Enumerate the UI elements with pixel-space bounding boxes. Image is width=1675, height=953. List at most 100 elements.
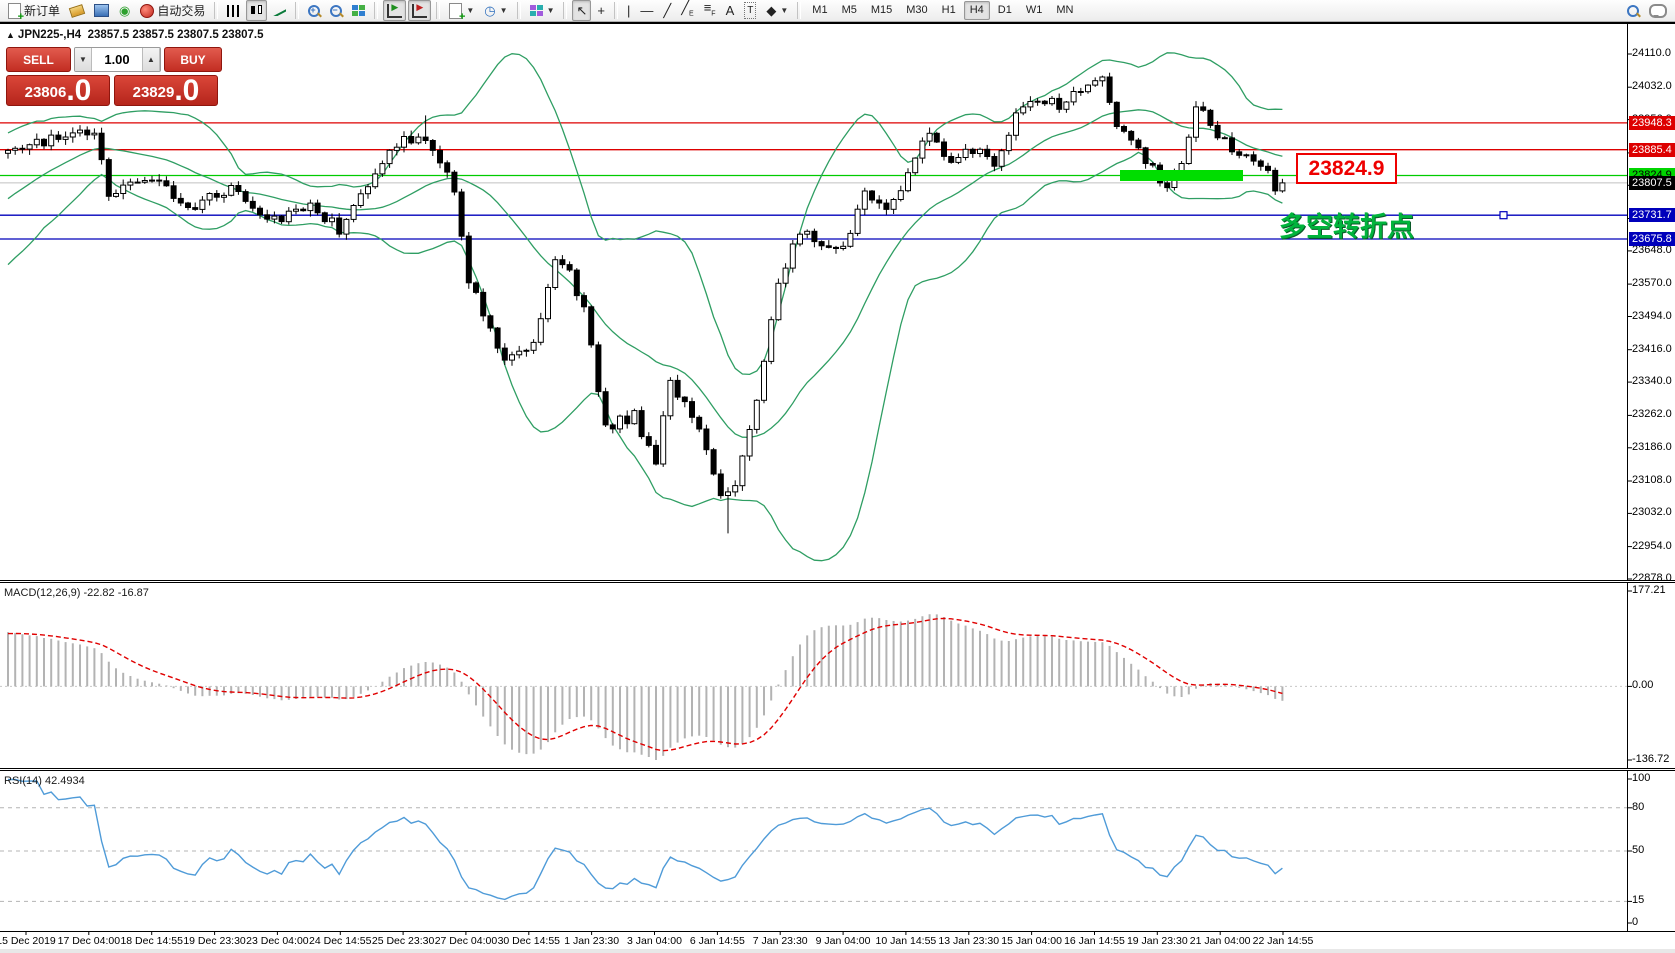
profiles-button[interactable] — [90, 0, 113, 21]
timeframe-h1[interactable]: H1 — [936, 1, 962, 20]
candles-group — [6, 73, 1285, 534]
timeframe-d1[interactable]: D1 — [992, 1, 1018, 20]
main-chart-plot[interactable] — [0, 24, 1675, 580]
zoom-out-button[interactable]: − — [326, 0, 346, 21]
date-label: 15 Jan 04:00 — [1001, 935, 1062, 947]
sell-price-display[interactable]: 23806.0 — [6, 75, 110, 106]
subwindow-marker-icon: ▲ — [6, 30, 15, 40]
volume-stepper: ▼ 1.00 ▲ — [74, 47, 161, 72]
buy-price-display[interactable]: 23829.0 — [114, 75, 218, 106]
date-label: 1 Jan 23:30 — [564, 935, 619, 947]
toolbar-separator — [797, 2, 801, 19]
timeframe-m1[interactable]: M1 — [806, 1, 833, 20]
arrows-dropdown[interactable]: ◆▼ — [762, 0, 792, 21]
timeframe-h4[interactable]: H4 — [964, 1, 990, 20]
channel-icon: ╱E — [681, 0, 694, 21]
sell-button[interactable]: SELL — [6, 47, 71, 72]
date-label: 25 Dec 23:30 — [372, 935, 434, 947]
sell-price-main: 23806 — [25, 82, 67, 104]
vertical-line-icon: | — [627, 3, 630, 18]
timeframe-mn[interactable]: MN — [1050, 1, 1079, 20]
search-icon — [1627, 5, 1639, 17]
cursor-tool-button[interactable]: ↖ — [572, 0, 591, 21]
timeframe-m30[interactable]: M30 — [900, 1, 933, 20]
timeframe-m15[interactable]: M15 — [865, 1, 898, 20]
signals-button[interactable]: ◉ — [115, 0, 134, 21]
community-chat-button[interactable] — [1645, 0, 1671, 21]
arrows-icon: ◆ — [766, 3, 776, 18]
auto-scroll-button[interactable]: ▶ — [383, 0, 406, 21]
fibonacci-tool[interactable]: ≡F — [700, 0, 720, 21]
channel-tool[interactable]: ╱E — [677, 0, 698, 21]
rsi-line — [8, 780, 1282, 900]
chart-shift-button[interactable]: ▶ — [408, 0, 431, 21]
line-chart-button[interactable] — [269, 0, 290, 21]
clock-icon: ◷ — [484, 3, 495, 18]
window-bottom-strip — [0, 949, 1675, 953]
search-button[interactable] — [1623, 0, 1643, 21]
eraser-icon — [69, 4, 85, 18]
bar-chart-icon — [227, 5, 240, 17]
toolbar-separator — [563, 2, 567, 19]
main-price-panel[interactable] — [0, 24, 1675, 580]
date-label: 3 Jan 04:00 — [627, 935, 682, 947]
date-label: 22 Jan 14:55 — [1253, 935, 1314, 947]
dropdown-arrow-icon: ▼ — [500, 6, 508, 15]
horizontal-line-tool[interactable]: — — [636, 0, 657, 21]
volume-increase-button[interactable]: ▲ — [142, 48, 160, 71]
date-label: 24 Dec 14:55 — [309, 935, 371, 947]
main-plot-group — [0, 53, 1627, 561]
volume-decrease-button[interactable]: ▼ — [75, 48, 92, 71]
toolbar-separator — [517, 2, 521, 19]
autotrading-button[interactable]: 自动交易 — [136, 0, 209, 21]
macd-plot[interactable] — [0, 583, 1675, 768]
date-label: 27 Dec 04:00 — [435, 935, 497, 947]
date-label: 23 Dec 04:00 — [246, 935, 308, 947]
toolbar-separator — [436, 2, 440, 19]
bollinger-band-line — [8, 110, 1282, 438]
time-axis[interactable]: 15 Dec 201917 Dec 04:0018 Dec 14:5519 De… — [0, 931, 1675, 949]
date-label: 30 Dec 14:55 — [498, 935, 560, 947]
price-callout-label[interactable]: 23824.9 — [1296, 153, 1397, 184]
periods-dropdown[interactable]: ◷▼ — [480, 0, 511, 21]
line-chart-icon — [273, 5, 286, 16]
rsi-panel[interactable] — [0, 771, 1675, 931]
template-icon — [530, 5, 543, 17]
autotrading-icon — [140, 4, 154, 18]
chart-shift-icon: ▶ — [412, 4, 427, 18]
chat-icon — [1649, 4, 1667, 18]
rsi-label: RSI(14) 42.4934 — [4, 775, 85, 787]
new-order-button[interactable]: + 新订单 — [4, 0, 64, 21]
trendline-tool[interactable]: ╱ — [659, 0, 675, 21]
date-label: 10 Jan 14:55 — [876, 935, 937, 947]
volume-value[interactable]: 1.00 — [92, 48, 142, 71]
turning-point-annotation[interactable]: 多空转折点 — [1279, 205, 1414, 244]
macd-signal-line — [8, 618, 1282, 750]
date-label: 13 Jan 23:30 — [938, 935, 999, 947]
macd-panel[interactable] — [0, 583, 1675, 768]
date-label: 17 Dec 04:00 — [58, 935, 120, 947]
green-highlight-bar — [1120, 170, 1243, 181]
crosshair-tool-button[interactable]: + — [593, 0, 609, 21]
eraser-button[interactable] — [66, 0, 88, 21]
bar-chart-button[interactable] — [223, 0, 244, 21]
fibonacci-icon: ≡F — [704, 0, 716, 21]
candlestick-chart-button[interactable] — [246, 0, 267, 21]
text-label-tool[interactable]: T — [740, 0, 760, 21]
timeframe-w1[interactable]: W1 — [1020, 1, 1049, 20]
buy-button[interactable]: BUY — [164, 47, 222, 72]
buy-price-main: 23829 — [133, 82, 175, 104]
rsi-plot[interactable] — [0, 771, 1675, 931]
vertical-line-tool[interactable]: | — [623, 0, 634, 21]
text-tool[interactable]: A — [722, 0, 739, 21]
chart-symbol-period: JPN225-,H4 — [18, 29, 81, 41]
sell-price-big-digit: .0 — [66, 78, 91, 104]
tile-windows-button[interactable] — [348, 0, 369, 21]
timeframe-m5[interactable]: M5 — [836, 1, 863, 20]
date-label: 18 Dec 14:55 — [120, 935, 182, 947]
templates-dropdown[interactable]: ▼ — [526, 0, 559, 21]
signals-icon: ◉ — [119, 3, 130, 18]
cursor-icon: ↖ — [576, 3, 587, 18]
zoom-in-button[interactable]: + — [304, 0, 324, 21]
indicators-dropdown[interactable]: +▼ — [445, 0, 478, 21]
